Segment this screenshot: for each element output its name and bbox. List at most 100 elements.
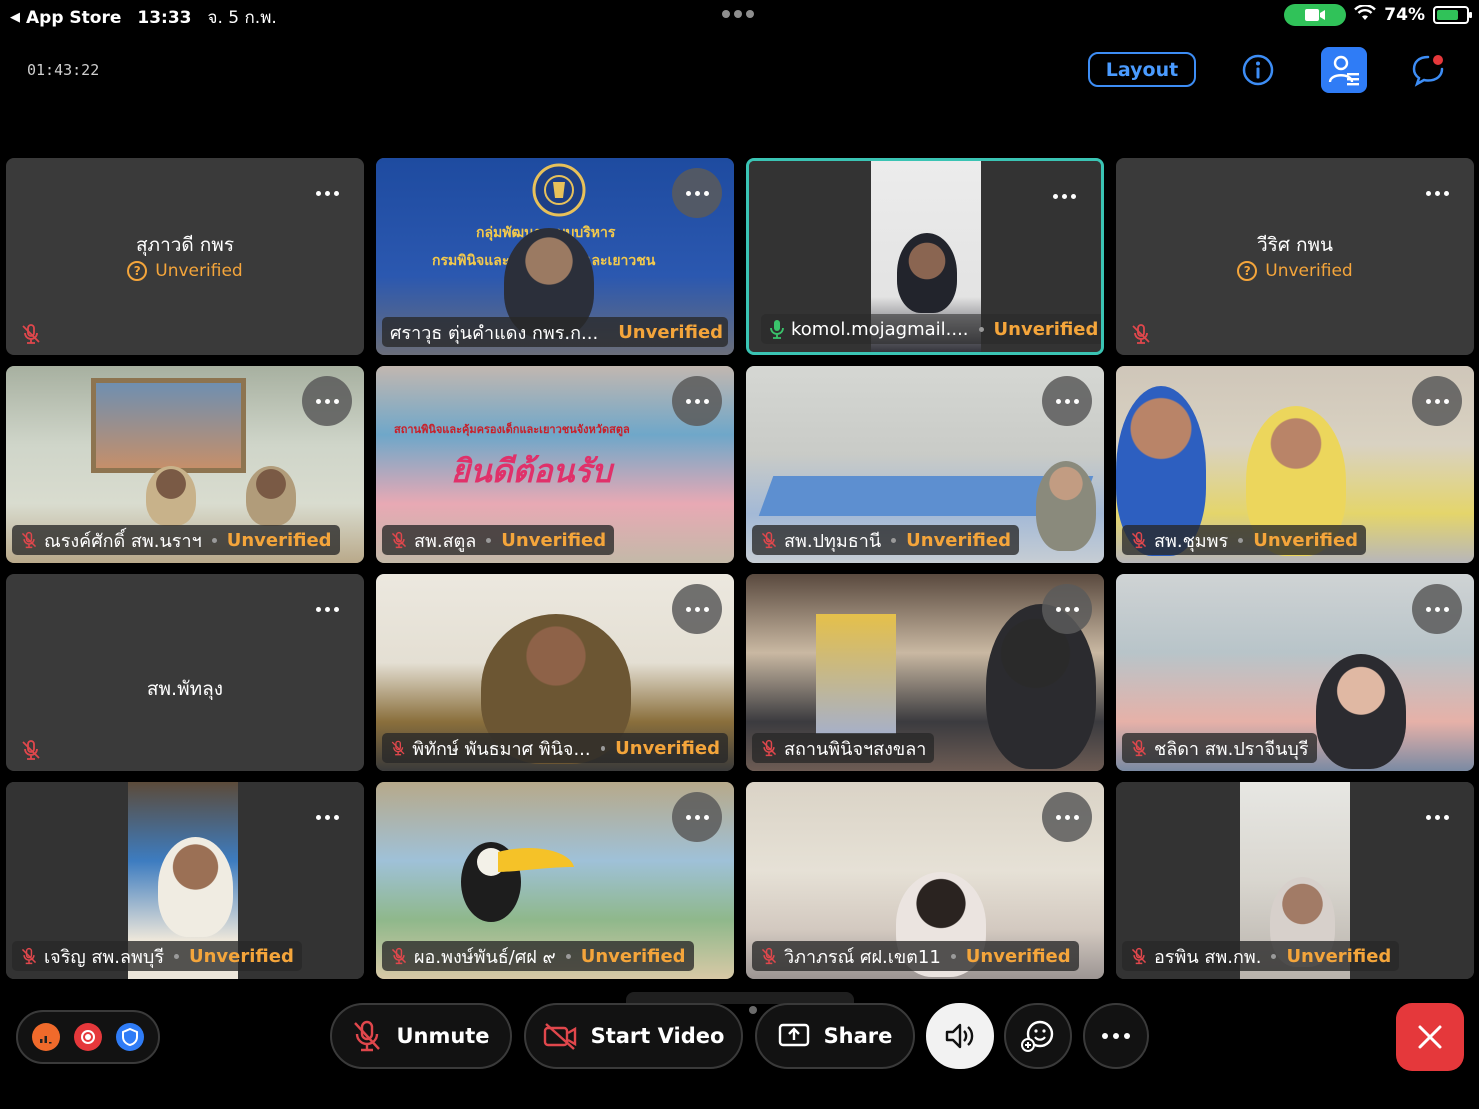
mic-muted-icon (354, 1020, 381, 1052)
mic-muted-icon (22, 740, 40, 760)
participant-label: สพ.สตูล Unverified (382, 525, 615, 555)
participants-icon[interactable] (1321, 47, 1367, 93)
video-off-icon (543, 1023, 576, 1050)
more-options-icon[interactable] (302, 792, 352, 842)
participant-name: วีริศ กพน (1257, 234, 1333, 256)
participant-tile-active-speaker[interactable]: komol.mojagmail.... Unverified (746, 158, 1104, 355)
more-options-icon[interactable] (672, 792, 722, 842)
participant-tile[interactable]: วิภาภรณ์ ศฝ.เขต11 Unverified (746, 782, 1104, 979)
toucan-mural-icon (461, 842, 574, 922)
mic-muted-icon (391, 947, 407, 965)
participant-label: ผอ.พงษ์พันธ์/ศฝ ๙ Unverified (382, 941, 694, 971)
screen-text-line: ยินดีต้อนรับ (451, 452, 612, 490)
more-options-icon[interactable] (1412, 376, 1462, 426)
participant-label: เจริญ สพ.ลพบุรี Unverified (12, 941, 302, 971)
participant-tile[interactable]: สถานพินิจและคุ้มครองเด็กและเยาวชนจังหวัด… (376, 366, 734, 563)
more-options-icon[interactable] (1412, 168, 1462, 218)
participant-label: ณรงค์ศักดิ์ สพ.นราฯ Unverified (12, 525, 340, 555)
more-options-icon[interactable] (1412, 792, 1462, 842)
participant-tile[interactable]: สุภาวดี กพร ? Unverified (6, 158, 364, 355)
screen-text-line: สถานพินิจและคุ้มครองเด็กและเยาวชนจังหวัด… (394, 423, 630, 436)
mic-muted-icon (21, 947, 37, 965)
multitasking-dots-icon[interactable] (722, 10, 754, 18)
participant-name: สพ.ชุมพร (1154, 530, 1229, 552)
question-icon: ? (127, 261, 148, 281)
info-icon[interactable] (1240, 52, 1276, 88)
participant-name: สพ.พัทลุง (146, 678, 224, 700)
unverified-label: Unverified (501, 529, 607, 551)
participant-tile[interactable]: กลุ่มพัฒนาระบบบริหาร กรมพินิจและคุ้มครอง… (376, 158, 734, 355)
more-options-icon[interactable] (1039, 171, 1089, 221)
reactions-button[interactable] (1004, 1003, 1072, 1069)
unmute-label: Unmute (396, 1024, 490, 1048)
leave-meeting-button[interactable] (1396, 1003, 1464, 1071)
question-icon: ? (1237, 261, 1258, 281)
participant-name: เจริญ สพ.ลพบุรี (44, 946, 164, 968)
participant-name: สุภาวดี กพร (135, 234, 235, 256)
audio-output-button[interactable] (926, 1003, 994, 1069)
more-options-icon[interactable] (672, 584, 722, 634)
layout-button[interactable]: Layout (1088, 52, 1196, 87)
participant-tile[interactable]: พิทักษ์ พันธมาศ พินิจ... Unverified (376, 574, 734, 771)
gallery-grid: สุภาวดี กพร ?Unverified กลุ่มพัฒนาระบบบร… (6, 158, 1474, 979)
unverified-label: Unverified (580, 945, 686, 967)
participant-tile[interactable]: สถานพินิจฯสงขลา (746, 574, 1104, 771)
participant-tile[interactable]: ผอ.พงษ์พันธ์/ศฝ ๙ Unverified (376, 782, 734, 979)
unverified-label: Unverified (993, 318, 1099, 340)
recording-icon (74, 1023, 102, 1051)
more-options-icon[interactable] (1042, 584, 1092, 634)
participant-name: ชลิดา สพ.ปราจีนบุรี (1154, 738, 1309, 760)
participant-label: สถานพินิจฯสงขลา (752, 733, 935, 763)
mic-muted-icon (761, 531, 777, 549)
participant-label: ชลิดา สพ.ปราจีนบุรี (1122, 733, 1317, 763)
participant-tile[interactable]: สพ.พัทลุง (6, 574, 364, 771)
status-bar-right: 74% (1284, 3, 1472, 26)
share-screen-icon (778, 1023, 809, 1047)
more-options-icon[interactable] (302, 376, 352, 426)
mic-muted-icon (391, 740, 405, 756)
back-app-label[interactable]: App Store (26, 8, 121, 28)
more-options-icon[interactable] (302, 584, 352, 634)
start-video-button[interactable]: Start Video (524, 1003, 743, 1069)
chat-icon[interactable] (1410, 52, 1446, 88)
participant-tile[interactable]: อรพิน สพ.กพ. Unverified (1116, 782, 1474, 979)
more-horizontal-icon (1102, 1033, 1130, 1039)
participant-label: ศราวุธ ตุ่นคำแดง กพร.ก... Unverified (382, 317, 728, 347)
more-options-icon[interactable] (1042, 376, 1092, 426)
more-button[interactable] (1083, 1003, 1149, 1069)
participant-name: สถานพินิจฯสงขลา (784, 738, 927, 760)
participant-tile[interactable]: สพ.ชุมพร Unverified (1116, 366, 1474, 563)
unmute-button[interactable]: Unmute (330, 1003, 512, 1069)
participant-name: ผอ.พงษ์พันธ์/ศฝ ๙ (414, 946, 556, 968)
mic-muted-icon (22, 324, 40, 344)
start-video-label: Start Video (590, 1024, 725, 1048)
mic-muted-icon (761, 947, 777, 965)
unverified-badge: ? Unverified (1116, 261, 1474, 281)
participant-tile[interactable]: เจริญ สพ.ลพบุรี Unverified (6, 782, 364, 979)
mic-muted-icon (1131, 531, 1147, 549)
participant-label: สพ.ชุมพร Unverified (1122, 525, 1367, 555)
participant-tile[interactable]: ชลิดา สพ.ปราจีนบุรี (1116, 574, 1474, 771)
more-options-icon[interactable] (672, 168, 722, 218)
participant-label: อรพิน สพ.กพ. Unverified (1122, 941, 1400, 971)
meeting-status-pill[interactable] (16, 1010, 160, 1064)
more-options-icon[interactable] (302, 168, 352, 218)
back-arrow-icon[interactable]: ◀ (10, 10, 20, 25)
mic-muted-icon (21, 531, 37, 549)
mic-muted-icon (761, 739, 777, 757)
participant-tile[interactable]: วีริศ กพน ? Unverified (1116, 158, 1474, 355)
meeting-timer: 01:43:22 (27, 61, 100, 79)
speaker-icon (945, 1023, 974, 1049)
more-options-icon[interactable] (1412, 584, 1462, 634)
mic-active-icon (770, 320, 784, 339)
status-date: จ. 5 ก.พ. (207, 8, 277, 28)
participant-tile[interactable]: ณรงค์ศักดิ์ สพ.นราฯ Unverified (6, 366, 364, 563)
wifi-icon (1354, 3, 1377, 26)
more-options-icon[interactable] (1042, 792, 1092, 842)
more-options-icon[interactable] (672, 376, 722, 426)
battery-icon (1433, 6, 1472, 24)
status-bar-left: ◀ App Store 13:33 จ. 5 ก.พ. (10, 4, 277, 31)
unverified-label: Unverified (965, 945, 1071, 967)
share-screen-button[interactable]: Share (755, 1003, 915, 1069)
participant-tile[interactable]: สพ.ปทุมธานี Unverified (746, 366, 1104, 563)
